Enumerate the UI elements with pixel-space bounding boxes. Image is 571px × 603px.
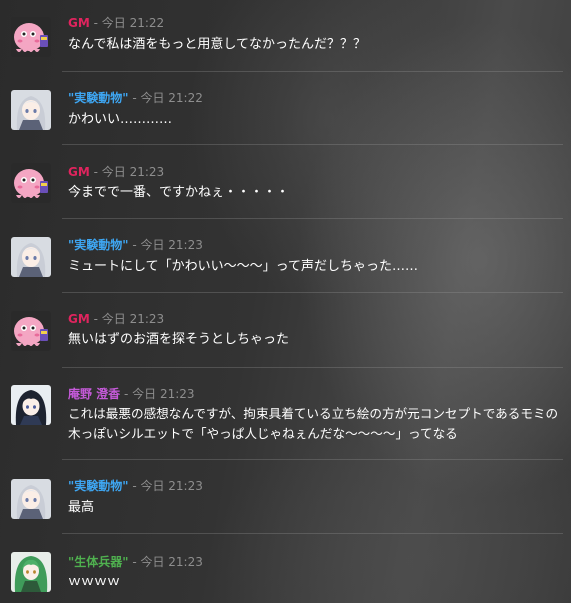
author-name[interactable]: "生体兵器" [68,555,129,569]
message-text: ｗｗｗｗ [68,574,121,589]
divider [62,144,563,145]
avatar-dark-hair-girl[interactable] [11,385,51,425]
message-text: 最高 [68,500,95,515]
timestamp: - 今日 21:23 [120,387,195,401]
timestamp: - 今日 21:23 [128,479,203,493]
author-name[interactable]: GM [68,16,90,30]
message-header: "生体兵器" - 今日 21:23 [68,555,203,569]
message-header: "実験動物" - 今日 21:23 [68,479,203,493]
author-name[interactable]: GM [68,165,90,179]
divider [62,367,563,368]
message-header: "実験動物" - 今日 21:22 [68,91,203,105]
timestamp: - 今日 21:22 [128,91,203,105]
message-header: 庵野 澄香 - 今日 21:23 [68,387,195,401]
divider [62,218,563,219]
avatar-gm-octopus[interactable] [11,17,51,57]
author-name[interactable]: "実験動物" [68,238,129,252]
message-text: 今までで一番、ですかねぇ・・・・・ [68,185,290,200]
message-header: GM - 今日 21:23 [68,165,164,179]
divider [62,533,563,534]
avatar-green-hair-character[interactable] [11,552,51,592]
divider [62,71,563,72]
timestamp: - 今日 21:23 [128,238,203,252]
message-header: GM - 今日 21:22 [68,16,164,30]
avatar-silver-hair-girl[interactable] [11,90,51,130]
message-text: ミュートにして「かわいい～～～」って声だしちゃった…… [68,259,418,274]
message-text: これは最悪の感想なんですが、拘束具着ている立ち絵の方が元コンセプトであるモミの木… [68,406,559,441]
avatar-silver-hair-girl[interactable] [11,237,51,277]
author-name[interactable]: GM [68,312,90,326]
avatar-silver-hair-girl[interactable] [11,479,51,519]
message-text: 無いはずのお酒を探そうとしちゃった [68,332,290,347]
message-text: かわいい………… [68,112,173,127]
timestamp: - 今日 21:23 [89,165,165,179]
divider [62,292,563,293]
timestamp: - 今日 21:22 [89,16,165,30]
timestamp: - 今日 21:23 [89,312,165,326]
message-header: GM - 今日 21:23 [68,312,164,326]
author-name[interactable]: "実験動物" [68,91,129,105]
avatar-gm-octopus[interactable] [11,311,51,351]
author-name[interactable]: 庵野 澄香 [68,387,120,401]
message-header: "実験動物" - 今日 21:23 [68,238,203,252]
message-text: なんで私は酒をもっと用意してなかったんだ？？？ [68,37,366,52]
timestamp: - 今日 21:23 [128,555,203,569]
chat-log: GM - 今日 21:22 なんで私は酒をもっと用意してなかったんだ？？？ "実… [0,0,571,603]
divider [62,459,563,460]
avatar-gm-octopus[interactable] [11,163,51,203]
author-name[interactable]: "実験動物" [68,479,129,493]
